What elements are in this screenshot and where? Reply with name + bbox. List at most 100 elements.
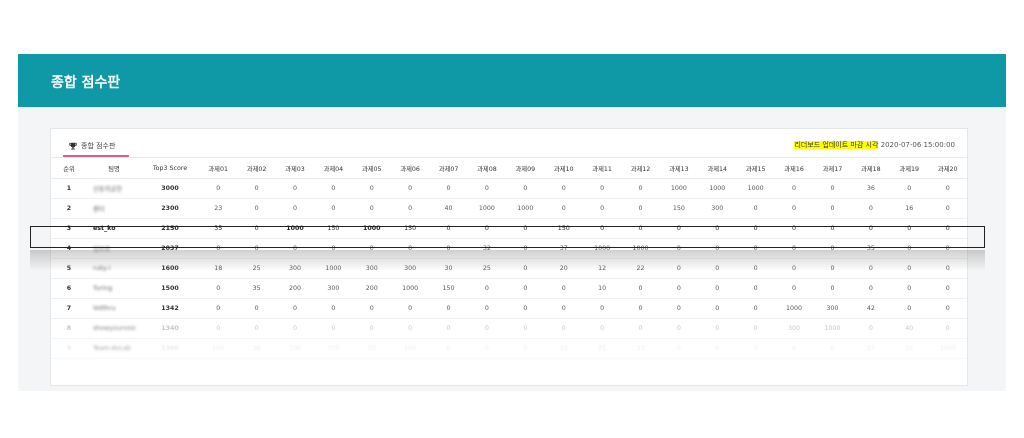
trophy-icon: [69, 142, 77, 150]
task-score-cell: 0: [813, 198, 852, 219]
task-score-cell: 0: [467, 338, 507, 359]
column-header: 과제16: [774, 157, 814, 179]
task-score-cell: 0: [813, 278, 852, 299]
task-score-cell: 0: [506, 278, 545, 299]
task-score-cell: 33: [621, 338, 660, 359]
task-score-cell: 0: [928, 318, 967, 339]
tab-label: 종합 점수판: [81, 142, 116, 150]
task-score-cell: 0: [621, 178, 660, 199]
task-score-cell: 0: [314, 298, 353, 319]
table-row[interactable]: 9 Team-AvLab 1300 100 36 100 300 50 100 0 0 0 22 25 33…: [51, 338, 967, 359]
deadline-info: 리더보드 업데이트 마감 시각 2020-07-06 15:00:00: [794, 140, 955, 150]
task-score-cell: 42: [851, 298, 891, 319]
task-score-cell: 0: [582, 198, 622, 219]
team-name-cell: showyourvoic: [87, 318, 141, 339]
rank-cell: 2: [51, 198, 87, 219]
task-score-cell: 300: [275, 258, 315, 279]
task-score-cell: 0: [390, 198, 430, 219]
task-score-cell: 0: [736, 338, 775, 359]
rank-cell: 1: [51, 178, 87, 199]
task-score-cell: 0: [352, 298, 391, 319]
task-score-cell: 0: [928, 258, 967, 279]
column-header: 과제11: [582, 157, 622, 179]
task-score-cell: 0: [582, 178, 622, 199]
column-header: 과제01: [199, 157, 238, 179]
task-score-cell: 1000: [736, 178, 775, 199]
table-row[interactable]: 7 Volthru 1342 0 0 0 0 0 0 0 0 0 0 0 0 0 0 0 1000 300 42 0 0: [51, 298, 967, 319]
table-row[interactable]: 1 신동의공헌 3000 0 0 0 0 0 0 0 0 0 0 0 0 1000 1000 1000 0 0 36 0 0: [51, 178, 967, 199]
task-score-cell: 1000: [698, 178, 737, 199]
task-score-cell: 0: [275, 178, 315, 199]
task-score-cell: 25: [237, 258, 276, 279]
task-score-cell: 0: [237, 298, 276, 319]
task-score-cell: 1000: [659, 178, 699, 199]
column-header: 과제14: [698, 157, 737, 179]
task-score-cell: 35: [237, 278, 276, 299]
table-row[interactable]: 6 Turing 1500 0 35 200 300 200 1000 150 0 0 0 10 0 0 0 0 0…: [51, 278, 967, 299]
task-score-cell: 0: [659, 338, 699, 359]
table-row[interactable]: 8 showyourvoic 1340 0 0 0 0 0 0 0 0 0 0 0 0 0 0 0 300 1000 0…: [51, 318, 967, 339]
task-score-cell: 100: [275, 338, 315, 359]
deadline-label: 리더보드 업데이트 마감 시각: [794, 141, 879, 149]
task-score-cell: 0: [314, 178, 353, 199]
task-score-cell: 0: [621, 298, 660, 319]
task-score-cell: 0: [467, 278, 507, 299]
task-score-cell: 0: [890, 298, 929, 319]
task-score-cell: 27: [851, 338, 891, 359]
column-header: 과제03: [275, 157, 315, 179]
task-score-cell: 0: [851, 258, 891, 279]
scoreboard-card: 종합 점수판 리더보드 업데이트 마감 시각 2020-07-06 15:00:…: [50, 128, 968, 386]
task-score-cell: 0: [199, 298, 238, 319]
task-score-cell: 0: [429, 318, 468, 339]
tab-overall-scoreboard[interactable]: 종합 점수판: [63, 137, 129, 157]
table-row[interactable]: 2 퀀터 2300 23 0 0 0 0 0 40 1000 1000 0 0 0 150 300 0 0 0 0 16 0: [51, 198, 967, 219]
task-score-cell: 0: [659, 258, 699, 279]
team-name-cell: ruky-i: [87, 258, 141, 279]
task-score-cell: 0: [813, 338, 852, 359]
column-header: 과제05: [352, 157, 391, 179]
team-name-cell: Volthru: [87, 298, 141, 319]
table-row[interactable]: 5 ruky-i 1600 18 25 300 1000 300 300 30 25 0 20 12 22 0…: [51, 258, 967, 279]
highlighted-row-frame: [30, 226, 985, 248]
column-header: 과제07: [429, 157, 468, 179]
task-score-cell: 0: [390, 318, 430, 339]
task-score-cell: 50: [352, 338, 391, 359]
task-score-cell: 0: [736, 258, 775, 279]
task-score-cell: 0: [314, 318, 353, 339]
column-header: 과제13: [659, 157, 699, 179]
team-name-cell: 퀀터: [87, 198, 141, 219]
team-name-cell: 신동의공헌: [87, 178, 141, 199]
task-score-cell: 25: [467, 258, 507, 279]
task-score-cell: 0: [774, 178, 814, 199]
task-score-cell: 0: [928, 198, 967, 219]
task-score-cell: 0: [582, 318, 622, 339]
task-score-cell: 300: [314, 278, 353, 299]
task-score-cell: 0: [506, 258, 545, 279]
task-score-cell: 0: [736, 198, 775, 219]
task-score-cell: 0: [352, 198, 391, 219]
task-score-cell: 0: [390, 178, 430, 199]
task-score-cell: 0: [890, 178, 929, 199]
column-header: 팀명: [87, 157, 141, 179]
task-score-cell: 0: [506, 298, 545, 319]
task-score-cell: 0: [314, 198, 353, 219]
task-score-cell: 0: [467, 298, 507, 319]
task-score-cell: 0: [506, 318, 545, 339]
task-score-cell: 0: [774, 258, 814, 279]
task-score-cell: 0: [544, 278, 583, 299]
rank-cell: 9: [51, 338, 87, 359]
task-score-cell: 300: [774, 318, 814, 339]
top3-score-cell: 1342: [141, 298, 199, 319]
task-score-cell: 0: [659, 278, 699, 299]
column-header: 과제18: [851, 157, 891, 179]
task-score-cell: 200: [352, 278, 391, 299]
task-score-cell: 20: [544, 258, 583, 279]
task-score-cell: 0: [851, 198, 891, 219]
task-score-cell: 0: [275, 318, 315, 339]
task-score-cell: 300: [698, 198, 737, 219]
top3-score-cell: 2300: [141, 198, 199, 219]
task-score-cell: 0: [237, 318, 276, 339]
task-score-cell: 0: [429, 338, 468, 359]
task-score-cell: 0: [698, 318, 737, 339]
task-score-cell: 300: [390, 258, 430, 279]
